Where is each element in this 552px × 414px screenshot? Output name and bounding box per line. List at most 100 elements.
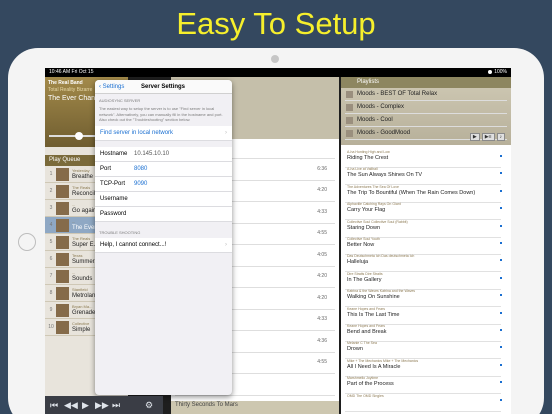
song-row[interactable]: The Adventures The Sea Of Love The Trip T… [341, 185, 503, 203]
bottom-track[interactable]: Thirty Seconds To Mars [171, 401, 339, 414]
queue-button[interactable]: ▶≡ [481, 133, 495, 141]
album-art [56, 219, 69, 232]
hostname-field[interactable]: Hostname 10.145.10.10 [95, 146, 232, 162]
username-label: Username [100, 195, 128, 202]
song-row[interactable]: Dire Straits Dire Straits In The Gallery [341, 272, 503, 290]
password-field[interactable]: Password [95, 206, 232, 222]
chevron-right-icon: › [225, 241, 227, 248]
selection-marker [500, 242, 502, 244]
playlist-item[interactable]: Moods - Cool [345, 114, 507, 127]
selection-marker [500, 294, 502, 297]
playlist-icon [346, 91, 353, 98]
playlists-header: Playlists Moods - BEST OF Total Relax Moo… [341, 77, 511, 145]
song-row[interactable]: Melanie C The Sea Drown [341, 341, 503, 360]
progress-knob[interactable] [75, 132, 83, 140]
username-field[interactable]: Username [95, 191, 232, 207]
queue-item-title: Go again [72, 208, 97, 214]
selection-marker [500, 172, 502, 175]
queue-item-number: 4 [49, 222, 53, 228]
next-button[interactable]: ⏭ [112, 400, 120, 410]
song-title: Carry Your Flag [347, 207, 386, 214]
song-row[interactable]: Collective Soul Youth Better Now [341, 237, 503, 255]
track-duration: 4:36 [317, 337, 327, 344]
song-row[interactable]: Alphaville Catching Rays On Giant Carry Y… [341, 202, 503, 221]
album-art [56, 253, 69, 266]
screen: 10:46 AM Fri Oct 15 100% The Real Band T… [45, 68, 511, 414]
queue-item-artist: ... [72, 219, 76, 224]
back-button[interactable]: ‹ Settings [99, 84, 124, 90]
song-row[interactable]: OMD The OMD Singles [341, 394, 503, 412]
gear-icon[interactable]: ⚙ [145, 400, 153, 410]
playlist-icon [346, 130, 353, 137]
queue-item-artist: Bryan Ma... [72, 304, 93, 309]
song-title: Bend and Break [347, 329, 387, 335]
queue-item-artist: The Reals [72, 236, 91, 241]
play-button-player[interactable]: ▶ [82, 400, 89, 410]
home-button[interactable] [18, 233, 36, 251]
back-button-player[interactable]: ◀◀ [64, 400, 78, 410]
playlist-label: Moods - Cool [357, 117, 393, 123]
port-value[interactable]: 8080 [134, 162, 147, 177]
queue-item-artist: ... [72, 270, 76, 275]
tcp-port-value[interactable]: 9090 [134, 177, 147, 192]
album-art [56, 321, 69, 334]
selection-marker [500, 363, 502, 366]
song-row[interactable]: Katrina & the Waves Katrina and the Wave… [341, 289, 503, 308]
headline: Easy To Setup [176, 6, 376, 41]
queue-item-artist: Collective [72, 321, 90, 326]
song-row[interactable]: Mike + The Mechanics Mike + The Mechanic… [341, 359, 503, 377]
track-duration: 4:20 [317, 273, 327, 279]
album-art [56, 270, 69, 283]
song-title: Drown [347, 346, 363, 353]
song-title: Part of the Process [347, 381, 394, 388]
song-row[interactable]: A-ha Hunting High and Low Riding The Cres… [341, 150, 503, 168]
password-label: Password [100, 210, 127, 217]
track-duration: 6:36 [317, 165, 327, 172]
port-label: Port [100, 165, 112, 172]
port-field[interactable]: Port 8080 [95, 161, 232, 177]
selection-marker [500, 224, 502, 227]
edit-button[interactable]: ♪ [496, 133, 505, 141]
play-button[interactable]: ▶ [469, 133, 480, 141]
track-duration: 4:20 [317, 294, 327, 301]
song-title: The Trip To Bountiful (When The Rain Com… [347, 189, 476, 196]
queue-item-number: 7 [49, 273, 53, 279]
playlist-label: Moods - Complex [357, 104, 405, 110]
playlist-buttons: ▶ ▶≡ ♪ [468, 133, 505, 141]
song-row[interactable]: Keane Hopes and Fears Bend and Break [341, 324, 503, 342]
camera-dot [271, 55, 279, 63]
server-settings-popover: ‹ Settings Server Settings Audiosync Ser… [95, 80, 232, 395]
find-server-cell[interactable]: Find server in local network › [95, 125, 232, 141]
playlist-label: Moods - BEST OF Total Relax [357, 91, 438, 97]
playlist-item[interactable]: Moods - Complex [345, 101, 507, 114]
track-duration: 4:33 [317, 208, 327, 215]
help-cell[interactable]: Help, I cannot connect...! › [95, 237, 232, 253]
song-row[interactable]: Marshmello Joytime Part of the Process [341, 376, 503, 395]
playlist-item[interactable]: Moods - BEST OF Total Relax [345, 88, 507, 101]
hostname-value[interactable]: 10.145.10.10 [134, 147, 169, 162]
track-duration: 4:55 [317, 230, 327, 236]
album-art [56, 168, 69, 181]
selection-marker [500, 259, 502, 262]
song-row[interactable]: Collective Soul Collective Soul (Rabbit)… [341, 220, 503, 238]
song-row[interactable]: Keane Hopes and Fears This Is The Last Ti… [341, 307, 503, 325]
song-row[interactable]: Das Deutschmeta Ich Das deutschmeta Ich H… [341, 254, 503, 273]
song-title: Better Now [347, 242, 375, 248]
song-row[interactable]: A-ha Live at Vallhall The Sun Always Shin… [341, 167, 503, 186]
battery-text: 100% [494, 69, 507, 75]
forward-button[interactable]: ▶▶ [95, 400, 109, 410]
rewind-button[interactable]: ⏮ [50, 400, 58, 410]
chevron-right-icon: › [225, 129, 227, 136]
queue-item-title: The Ever [72, 225, 97, 231]
selection-marker [500, 276, 502, 279]
selection-marker [500, 398, 502, 401]
queue-item-artist: The Reals [72, 185, 91, 190]
wifi-icon [488, 69, 493, 74]
queue-item-title: Grenade [72, 310, 96, 316]
popover-title: Server Settings [141, 84, 186, 90]
selection-marker [500, 155, 502, 157]
album-art [56, 202, 69, 215]
tcp-port-field[interactable]: TCP-Port 9090 [95, 176, 232, 192]
queue-item-number: 2 [49, 188, 53, 194]
song-title: Walking On Sunshine [347, 294, 400, 301]
